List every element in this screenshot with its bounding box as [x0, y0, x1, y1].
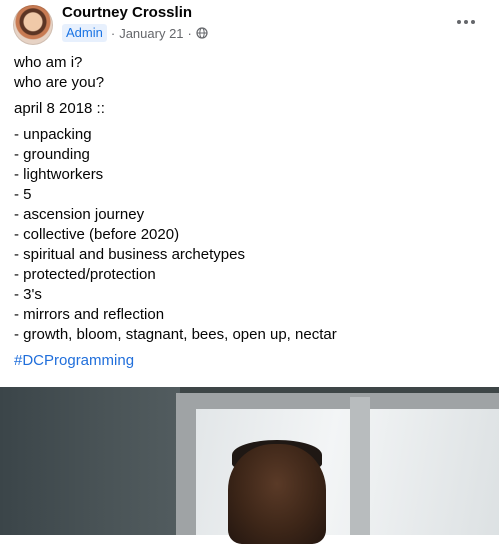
post-line: - growth, bloom, stagnant, bees, open up… — [14, 326, 337, 343]
hashtag-link[interactable]: #DCProgramming — [14, 351, 484, 371]
more-options-button[interactable] — [454, 14, 478, 30]
post-header: Courtney Crosslin Admin · January 21 · — [0, 0, 499, 48]
meta-separator: · — [110, 25, 116, 41]
post-meta: Admin · January 21 · — [62, 24, 208, 42]
video-wall — [0, 387, 180, 535]
more-horizontal-icon — [457, 20, 461, 24]
post-line: who am i? — [14, 54, 83, 71]
post-line: - protected/protection — [14, 266, 156, 283]
avatar[interactable] — [13, 5, 53, 45]
post-line: - grounding — [14, 146, 90, 163]
video-person — [228, 444, 326, 544]
post-line: - mirrors and reflection — [14, 306, 165, 323]
video-window-mullion — [350, 397, 370, 535]
post-date[interactable]: January 21 — [119, 26, 183, 41]
post-line: - 5 — [14, 186, 32, 203]
author-name[interactable]: Courtney Crosslin — [62, 4, 192, 21]
meta-separator-2: · — [187, 25, 192, 41]
post-line: who are you? — [14, 74, 105, 91]
post-line: - lightworkers — [14, 166, 104, 183]
post-line: - unpacking — [14, 126, 92, 143]
globe-icon[interactable] — [196, 27, 208, 39]
post-body: who am i? who are you? april 8 2018 :: -… — [14, 53, 484, 371]
post-line: - spiritual and business archetypes — [14, 246, 245, 263]
post-line: - collective (before 2020) — [14, 226, 180, 243]
post-line: - 3's — [14, 286, 42, 303]
admin-badge[interactable]: Admin — [62, 24, 107, 42]
post-line: - ascension journey — [14, 206, 145, 223]
post-line: april 8 2018 :: — [14, 100, 105, 117]
